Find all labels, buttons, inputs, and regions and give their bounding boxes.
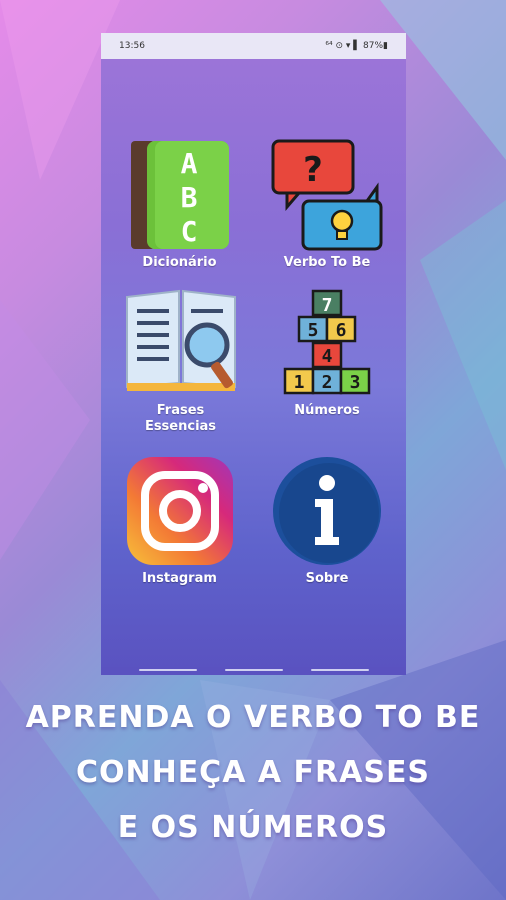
status-bar: 13:56 ⁶⁴ ⊙ ▾ ▌ 87%▮	[101, 33, 406, 59]
svg-text:3: 3	[350, 372, 361, 393]
info-icon	[273, 457, 381, 565]
abc-letter-a: A	[180, 147, 197, 180]
nav-back-handle[interactable]	[311, 669, 369, 671]
verbo-label: Verbo To Be	[283, 255, 371, 270]
sobre-label: Sobre	[305, 571, 349, 586]
menu-dicionario[interactable]: A B C Dicionário	[127, 139, 232, 271]
instagram-icon	[126, 457, 233, 565]
abc-letter-c: C	[180, 215, 197, 248]
status-indicators: ⁶⁴ ⊙ ▾ ▌ 87%▮	[325, 41, 388, 51]
svg-text:1: 1	[294, 372, 305, 393]
navigation-bar	[101, 667, 406, 675]
promo-line-3: E OS NÚMEROS	[117, 810, 389, 845]
frases-label-line1: Frases	[156, 403, 205, 418]
dicionario-label: Dicionário	[142, 255, 217, 270]
instagram-label: Instagram	[142, 571, 217, 586]
svg-text:5: 5	[308, 320, 319, 341]
menu-numeros[interactable]: 7 5 6 4 1 2 3 Números	[271, 289, 383, 419]
book-magnifier-icon	[125, 289, 236, 391]
menu-frases-essencias[interactable]: Frases Essencias	[123, 287, 238, 435]
nav-recent-handle[interactable]	[139, 669, 197, 671]
speech-bubbles-icon: ?	[271, 139, 383, 251]
abc-book-icon: A B C	[130, 141, 229, 249]
svg-text:2: 2	[322, 372, 333, 393]
promo-line-2: CONHEÇA A FRASES	[75, 755, 431, 790]
numeros-label: Números	[294, 403, 360, 418]
phone-screen: 13:56 ⁶⁴ ⊙ ▾ ▌ 87%▮ A B C Dicionário ? V…	[101, 33, 406, 675]
menu-sobre[interactable]: Sobre	[271, 455, 383, 587]
svg-text:6: 6	[336, 320, 347, 341]
promo-line-1: APRENDA O VERBO TO BE	[25, 700, 481, 735]
hopscotch-numbers-icon: 7 5 6 4 1 2 3	[283, 289, 371, 395]
svg-text:4: 4	[322, 346, 333, 367]
status-time: 13:56	[119, 41, 145, 51]
menu-verbo-to-be[interactable]: ? Verbo To Be	[267, 139, 387, 271]
abc-letter-b: B	[180, 181, 197, 214]
nav-home-handle[interactable]	[225, 669, 283, 671]
svg-text:?: ?	[303, 150, 323, 190]
menu-instagram[interactable]: Instagram	[123, 455, 236, 587]
svg-text:7: 7	[322, 295, 333, 316]
frases-label-line2: Essencias	[144, 419, 217, 434]
